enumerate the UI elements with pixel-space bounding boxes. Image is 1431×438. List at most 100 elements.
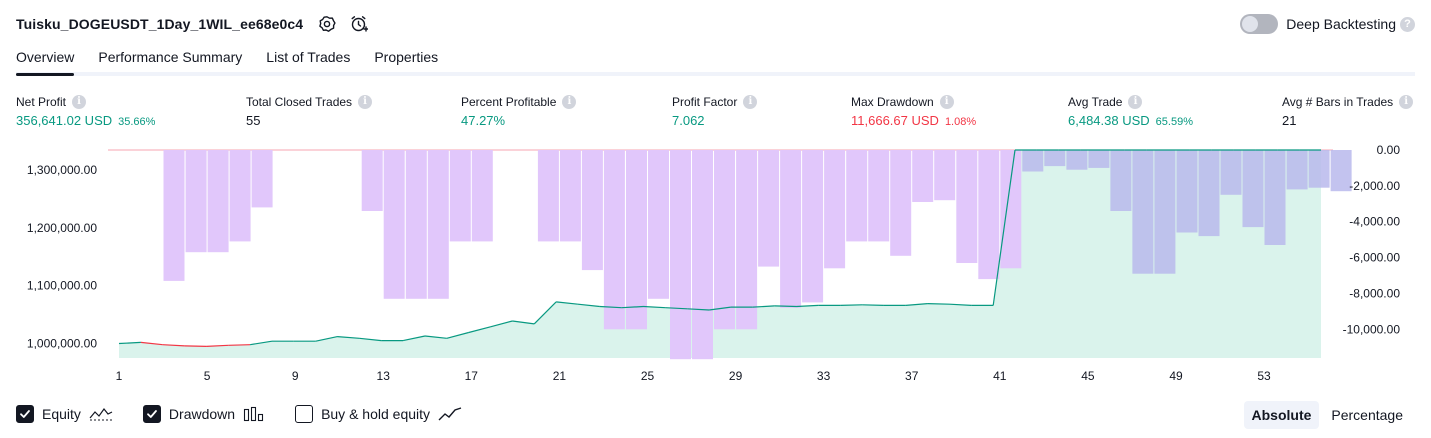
stat-label: Profit Factor <box>672 94 738 109</box>
drawdown-bar <box>405 150 427 299</box>
equity-axis-tick-label: 1,000,000.00 <box>27 337 97 351</box>
drawdown-bar <box>1132 150 1154 274</box>
deep-backtesting-toggle[interactable] <box>1240 14 1279 34</box>
absolute-button[interactable]: Absolute <box>1243 401 1320 429</box>
overview-stats: Net Profit i 356,641.02 USD 35.66% Total C… <box>0 94 1431 130</box>
drawdown-bar <box>978 150 1000 280</box>
stat-profit-factor: Profit Factor i 7.062 <box>672 94 758 128</box>
drawdown-bar <box>1022 150 1044 172</box>
x-axis-tick-label: 1 <box>116 369 123 383</box>
checkmark-icon <box>20 410 30 418</box>
tab-list-of-trades[interactable]: List of Trades <box>266 46 350 72</box>
stat-label: Avg Trade <box>1068 94 1123 109</box>
tab-properties[interactable]: Properties <box>374 46 438 72</box>
drawdown-bar <box>361 150 383 211</box>
info-icon[interactable]: i <box>358 94 373 109</box>
stat-value: 7.062 <box>672 113 705 128</box>
stat-label: Avg # Bars in Trades <box>1282 94 1394 109</box>
drawdown-checkbox[interactable] <box>142 405 161 423</box>
chart-canvas[interactable]: 1,000,000.00 1,100,000.00 1,200,000.00 1,30… <box>0 140 1431 392</box>
drawdown-bar <box>251 150 273 208</box>
drawdown-bar <box>1286 150 1308 190</box>
drawdown-bar <box>537 150 559 242</box>
add-alert-clock-icon[interactable] <box>349 14 369 34</box>
drawdown-bar <box>912 150 934 202</box>
drawdown-bar <box>1066 150 1088 170</box>
info-icon[interactable]: i <box>1128 94 1143 109</box>
x-axis-tick-label: 17 <box>465 369 479 383</box>
info-icon[interactable]: i <box>562 94 577 109</box>
equity-line-segment <box>927 303 950 305</box>
drawdown-bar <box>1198 150 1220 237</box>
drawdown-bar <box>207 150 229 253</box>
drawdown-bar <box>1308 150 1330 188</box>
stat-avg-trade: Avg Trade i 6,484.38 USD 65.59% <box>1068 94 1193 128</box>
deep-backtesting-control: Deep Backtesting ? <box>1240 12 1415 36</box>
drawdown-bar <box>1242 150 1264 228</box>
drawdown-bar <box>626 150 647 330</box>
drawdown-bar <box>736 150 758 330</box>
drawdown-bars-icon <box>243 406 265 422</box>
drawdown-bar <box>163 150 185 281</box>
drawdown-axis-tick-label: -8,000.00 <box>1349 286 1400 300</box>
equity-line-segment <box>862 304 884 306</box>
legend-equity-label: Equity <box>42 406 81 422</box>
legend-drawdown-label: Drawdown <box>168 406 236 422</box>
info-icon[interactable]: i <box>743 94 758 109</box>
help-icon[interactable]: ? <box>1400 16 1415 32</box>
stat-avg-bars: Avg # Bars in Trades i 21 <box>1282 94 1414 128</box>
equity-line-segment <box>774 305 797 308</box>
equity-axis-tick-label: 1,100,000.00 <box>27 279 97 293</box>
x-axis-tick-label: 13 <box>377 369 391 383</box>
drawdown-bar <box>1088 150 1110 168</box>
drawdown-bar <box>824 150 846 269</box>
drawdown-bar <box>581 150 603 271</box>
strategy-header: Tuisku_DOGEUSDT_1Day_1WIL_ee68e0c4 <box>16 12 369 36</box>
legend-equity-toggle[interactable]: Equity <box>16 405 113 423</box>
info-icon[interactable]: i <box>72 94 87 109</box>
drawdown-bar <box>934 150 956 201</box>
drawdown-bar <box>559 150 581 242</box>
percentage-button[interactable]: Percentage <box>1323 401 1411 429</box>
drawdown-bar <box>449 150 471 242</box>
tab-overview[interactable]: Overview <box>16 46 75 76</box>
drawdown-axis-tick-label: -2,000.00 <box>1349 179 1400 193</box>
stat-label: Percent Profitable <box>461 94 557 109</box>
stat-label: Max Drawdown <box>851 94 934 109</box>
buy-hold-checkbox[interactable] <box>295 405 314 423</box>
equity-checkbox[interactable] <box>16 405 34 423</box>
drawdown-bar <box>471 150 493 242</box>
stat-percent-profitable: Percent Profitable i 47.27% <box>461 94 577 128</box>
equity-axis-tick-label: 1,300,000.00 <box>27 163 97 177</box>
equity-axis-tick-label: 1,200,000.00 <box>27 221 97 235</box>
drawdown-bar <box>1264 150 1286 245</box>
drawdown-bar <box>758 150 780 267</box>
drawdown-bar <box>1154 150 1176 274</box>
x-axis-tick-label: 41 <box>993 369 1007 383</box>
x-axis-tick-label: 53 <box>1257 369 1271 383</box>
x-axis-tick-label: 21 <box>553 369 567 383</box>
drawdown-bar <box>648 150 669 299</box>
tab-performance-summary[interactable]: Performance Summary <box>98 46 242 72</box>
chart-legend: Equity Drawdown Buy & hold equity <box>16 403 492 425</box>
settings-gear-icon[interactable] <box>317 14 337 34</box>
drawdown-bar <box>1110 150 1132 211</box>
legend-drawdown-toggle[interactable]: Drawdown <box>142 405 265 423</box>
equity-drawdown-chart: 1,000,000.00 1,100,000.00 1,200,000.00 1,30… <box>0 140 1431 392</box>
drawdown-bar <box>868 150 890 242</box>
stat-percent: 35.66% <box>118 116 156 128</box>
info-icon[interactable]: i <box>1399 94 1414 109</box>
stat-label: Total Closed Trades <box>246 94 353 109</box>
info-icon[interactable]: i <box>939 94 954 109</box>
drawdown-bar <box>890 150 912 256</box>
legend-buy-hold-toggle[interactable]: Buy & hold equity <box>295 405 462 423</box>
drawdown-bar <box>603 150 625 330</box>
deep-backtesting-label: Deep Backtesting <box>1286 16 1396 32</box>
x-axis-tick-label: 45 <box>1081 369 1095 383</box>
value-mode-switch: Absolute Percentage <box>1243 401 1412 429</box>
drawdown-bar <box>229 150 251 242</box>
checkmark-icon <box>147 410 157 418</box>
x-axis-tick-label: 9 <box>292 369 299 383</box>
drawdown-bar <box>714 150 735 330</box>
drawdown-bar <box>956 150 978 263</box>
